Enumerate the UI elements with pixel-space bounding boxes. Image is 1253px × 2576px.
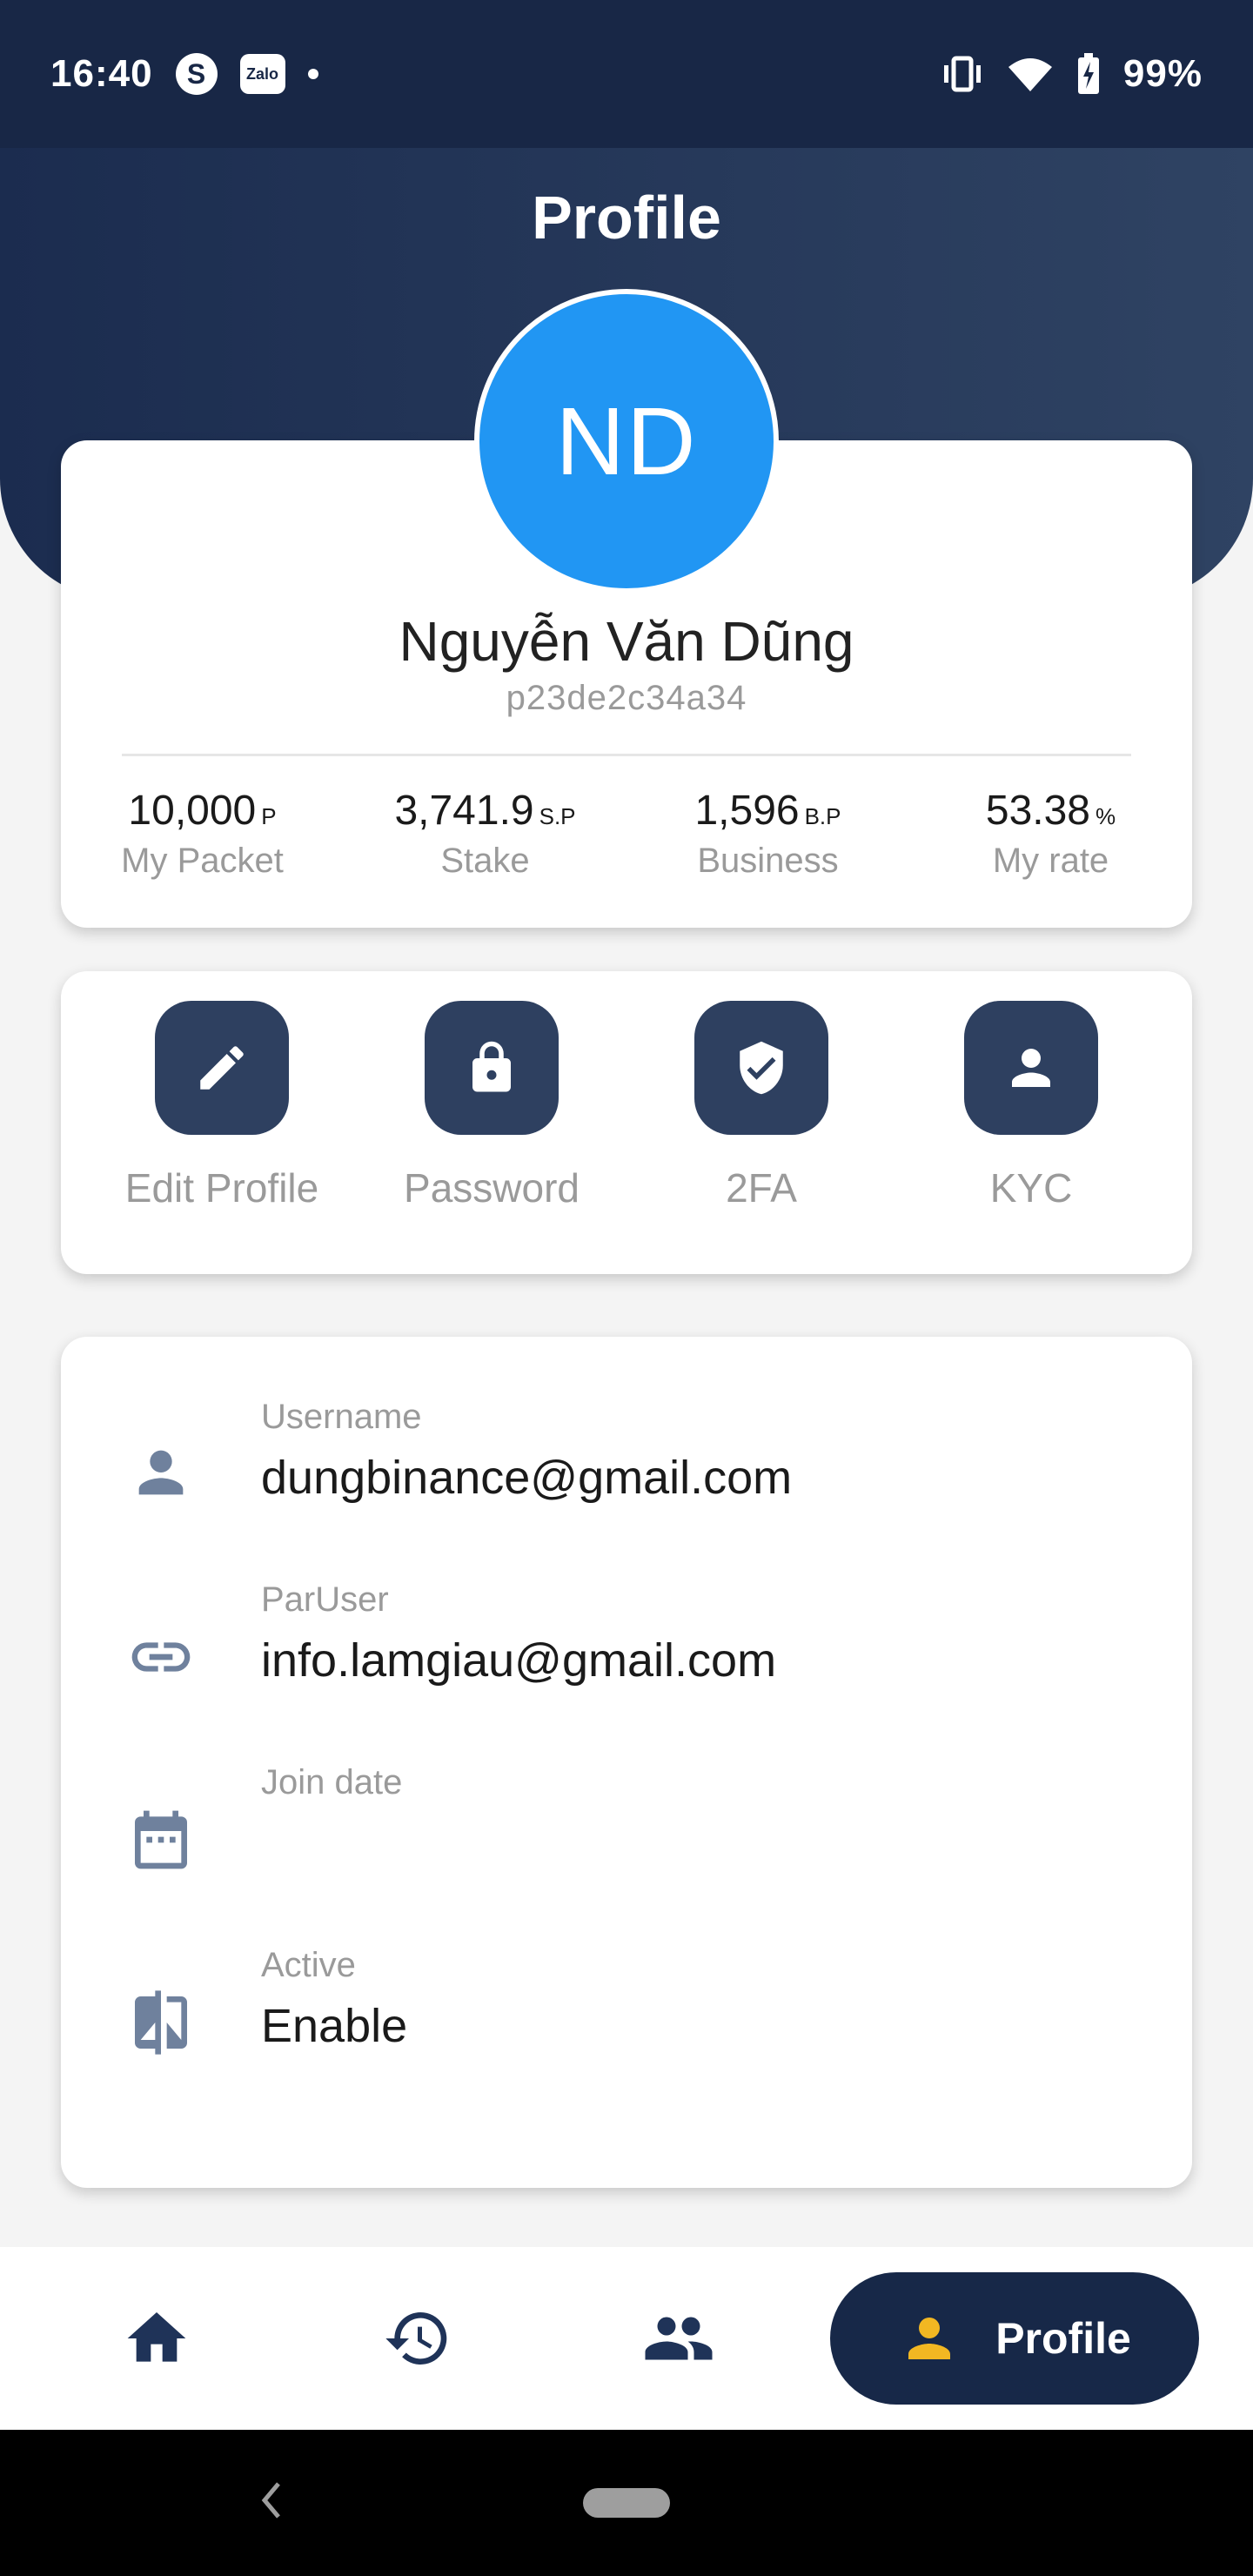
battery-charging-icon [1076, 53, 1101, 95]
info-value: info.lamgiau@gmail.com [261, 1634, 777, 1687]
status-time: 16:40 [50, 52, 153, 95]
stat-business: 1,596 B.P Business [626, 787, 909, 881]
info-row-paruser: ParUser info.lamgiau@gmail.com [61, 1580, 1192, 1763]
shield-check-icon [740, 1041, 783, 1095]
info-row-username: Username dungbinance@gmail.com [61, 1398, 1192, 1580]
nav-history[interactable] [287, 2273, 548, 2404]
info-row-active: Active Enable [61, 1946, 1192, 2129]
person-icon [908, 2318, 951, 2359]
user-code: p23de2c34a34 [506, 679, 747, 717]
page-title: Profile [532, 184, 721, 252]
edit-profile-button[interactable] [155, 1001, 289, 1135]
link-icon [131, 1642, 191, 1672]
history-icon [385, 2312, 447, 2365]
user-name: Nguyễn Văn Dũng [399, 610, 854, 673]
password-label: Password [404, 1165, 580, 1211]
actions-card: Edit Profile Password 2FA KYC [61, 971, 1192, 1274]
avatar[interactable]: ND [474, 289, 779, 594]
info-label: ParUser [261, 1580, 389, 1619]
info-value: Enable [261, 2000, 408, 2052]
stat-label: My rate [992, 842, 1109, 880]
nav-team[interactable] [548, 2273, 809, 2404]
2fa-action[interactable]: 2FA [626, 1001, 896, 1274]
nav-profile-label: Profile [995, 2314, 1131, 2363]
stat-value: 10,000 [128, 788, 257, 834]
stat-my-rate: 53.38% My rate [909, 787, 1192, 881]
stats-row: 10,000 P My Packet 3,741.9 S.P Stake 1,596… [61, 787, 1192, 881]
home-handle[interactable] [583, 2488, 670, 2518]
stat-value: 1,596 [694, 788, 800, 834]
person-icon [1012, 1049, 1050, 1087]
stat-unit: B.P [804, 803, 841, 829]
stat-my-packet: 10,000 P My Packet [61, 787, 344, 881]
battery-percent: 99% [1122, 52, 1203, 95]
stat-unit: P [261, 803, 277, 829]
person-icon [138, 1450, 184, 1495]
compare-icon [135, 1990, 187, 2055]
kyc-action[interactable]: KYC [896, 1001, 1166, 1274]
info-label: Username [261, 1398, 422, 1436]
notification-dot-icon [307, 69, 318, 79]
calendar-icon [135, 1810, 187, 1869]
info-value: dungbinance@gmail.com [261, 1452, 793, 1504]
stat-unit: % [1096, 803, 1116, 829]
stat-unit: S.P [539, 803, 576, 829]
stat-stake: 3,741.9 S.P Stake [344, 787, 626, 881]
2fa-button[interactable] [694, 1001, 828, 1135]
stat-label: Stake [440, 842, 530, 880]
bottom-nav: Profile [0, 2247, 1253, 2430]
info-label: Active [261, 1946, 356, 1984]
back-icon[interactable] [258, 2479, 284, 2526]
edit-profile-label: Edit Profile [124, 1165, 319, 1211]
pencil-icon [200, 1046, 244, 1090]
system-nav-bar [0, 2430, 1253, 2576]
status-right: 99% [941, 52, 1203, 96]
zalo-icon: Zalo [239, 54, 285, 94]
divider [122, 754, 1131, 756]
2fa-label: 2FA [726, 1165, 797, 1211]
edit-profile-action[interactable]: Edit Profile [87, 1001, 357, 1274]
kyc-button[interactable] [964, 1001, 1098, 1135]
vibrate-icon [941, 55, 984, 93]
kyc-label: KYC [989, 1165, 1073, 1211]
status-left: 16:40 S Zalo [50, 52, 318, 96]
stat-value: 53.38 [985, 788, 1090, 834]
nav-profile[interactable]: Profile [830, 2272, 1199, 2405]
home-icon [127, 2312, 186, 2362]
info-row-join-date: Join date [61, 1763, 1192, 1946]
password-action[interactable]: Password [357, 1001, 626, 1274]
password-button[interactable] [425, 1001, 559, 1135]
info-card: Username dungbinance@gmail.com ParUser i… [61, 1337, 1192, 2188]
nav-home[interactable] [26, 2273, 287, 2404]
stat-value: 3,741.9 [394, 788, 534, 834]
skype-icon: S [175, 53, 218, 95]
status-bar: 16:40 S Zalo 99% [0, 0, 1253, 148]
info-label: Join date [261, 1763, 403, 1801]
people-icon [645, 2317, 713, 2360]
wifi-icon [1007, 55, 1054, 93]
stat-label: Business [697, 842, 839, 880]
lock-icon [472, 1041, 511, 1092]
stat-label: My Packet [121, 842, 284, 880]
